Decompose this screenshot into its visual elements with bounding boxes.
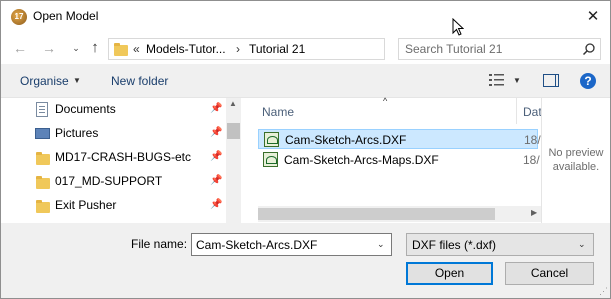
dxf-file-icon — [263, 152, 278, 167]
file-row[interactable]: Cam-Sketch-Arcs-Maps.DXF 18/ — [258, 150, 540, 170]
app-icon: 17 — [11, 9, 27, 25]
breadcrumb-models-tutor[interactable]: Models-Tutor... — [146, 42, 226, 56]
nav-pane-scrollbar[interactable]: ▲ — [226, 98, 241, 223]
preview-pane-icon[interactable] — [543, 74, 559, 87]
open-model-dialog: 17 Open Model ✕ ← → ⌄ ↑ « Models-Tutor..… — [0, 0, 611, 299]
column-header-date[interactable]: Dat — [523, 105, 542, 119]
sort-ascending-caret-icon: ^ — [383, 96, 388, 106]
file-name-chevron-down-icon[interactable]: ⌄ — [377, 239, 385, 250]
back-arrow-icon[interactable]: ← — [12, 38, 28, 58]
pin-icon[interactable]: 📌 — [210, 175, 222, 186]
breadcrumb-overflow[interactable]: « — [133, 42, 140, 56]
help-icon[interactable]: ? — [580, 73, 596, 89]
scroll-right-arrow-icon[interactable]: ▶ — [531, 208, 537, 217]
new-folder-button[interactable]: New folder — [111, 74, 168, 88]
recent-locations-chevron-icon[interactable]: ⌄ — [68, 38, 84, 58]
scrollbar-thumb[interactable] — [258, 208, 495, 220]
preview-pane: No preview available. — [541, 98, 610, 223]
address-bar[interactable]: « Models-Tutor... › Tutorial 21 ⌄ ↻ — [108, 38, 483, 60]
file-row[interactable]: Cam-Sketch-Arcs.DXF 18/ — [258, 129, 541, 149]
file-date: 18/ — [523, 153, 540, 167]
address-row: ← → ⌄ ↑ « Models-Tutor... › Tutorial 21 … — [1, 32, 610, 64]
organise-chevron-down-icon[interactable]: ▼ — [73, 76, 81, 85]
forward-arrow-icon[interactable]: → — [41, 38, 57, 58]
title-bar: 17 Open Model ✕ — [1, 1, 610, 32]
file-date: 18/ — [524, 133, 541, 147]
file-list-pane: ^ Name Dat Cam-Sketch-Arcs.DXF 18/ Cam-S… — [242, 96, 542, 223]
search-icon[interactable] — [582, 42, 596, 56]
up-arrow-icon[interactable]: ↑ — [87, 38, 103, 58]
breadcrumb-separator[interactable]: › — [236, 42, 240, 56]
folder-icon — [36, 152, 50, 165]
nav-item-label: Exit Pusher — [55, 198, 117, 212]
folder-icon — [114, 43, 128, 56]
cancel-button[interactable]: Cancel — [505, 262, 594, 285]
file-type-value: DXF files (*.dxf) — [412, 238, 497, 252]
file-type-chevron-down-icon[interactable]: ⌄ — [578, 239, 586, 250]
file-list-horizontal-scrollbar[interactable]: ▶ — [258, 206, 541, 222]
mouse-cursor-icon — [452, 18, 464, 36]
preview-line-1: No preview — [548, 147, 604, 159]
pictures-icon — [35, 128, 50, 139]
scroll-up-arrow-icon[interactable]: ▲ — [229, 99, 237, 108]
nav-item-md17-crash-bugs[interactable]: MD17-CRASH-BUGS-etc 📌 — [1, 146, 226, 170]
dxf-file-icon — [264, 132, 279, 147]
preview-line-2: available. — [552, 161, 600, 173]
file-name-label: File name: — [131, 237, 188, 251]
nav-item-label: Documents — [55, 102, 116, 116]
pin-icon[interactable]: 📌 — [210, 127, 222, 138]
resize-grip-icon[interactable]: ⋰ — [599, 286, 608, 297]
breadcrumb-tutorial-21[interactable]: Tutorial 21 — [249, 42, 305, 56]
file-name-combobox[interactable]: ⌄ — [191, 233, 392, 256]
nav-item-label: MD17-CRASH-BUGS-etc — [55, 150, 192, 164]
nav-item-pictures[interactable]: Pictures 📌 — [1, 122, 226, 146]
nav-item-exit-pusher[interactable]: Exit Pusher 📌 — [1, 194, 226, 218]
nav-item-label: Pictures — [55, 126, 99, 140]
file-name: Cam-Sketch-Arcs.DXF — [285, 133, 407, 147]
nav-item-017-md-support[interactable]: 017_MD-SUPPORT 📌 — [1, 170, 226, 194]
file-name-field[interactable] — [196, 238, 366, 252]
view-chevron-down-icon[interactable]: ▼ — [513, 76, 521, 85]
nav-item-label: 017_MD-SUPPORT — [55, 174, 163, 188]
file-type-select[interactable]: DXF files (*.dxf) ⌄ — [406, 233, 594, 256]
open-button[interactable]: Open — [406, 262, 493, 285]
command-toolbar: Organise ▼ New folder ▼ ? — [1, 64, 610, 98]
preview-message: No preview available. — [542, 146, 610, 174]
pin-icon[interactable]: 📌 — [210, 151, 222, 162]
organise-button[interactable]: Organise — [20, 74, 69, 88]
document-icon — [36, 102, 48, 117]
browser-body: Documents 📌 Pictures 📌 MD17-CRASH-BUGS-e… — [1, 96, 610, 223]
folder-icon — [36, 200, 50, 213]
navigation-pane: Documents 📌 Pictures 📌 MD17-CRASH-BUGS-e… — [1, 98, 241, 223]
close-icon[interactable]: ✕ — [583, 7, 603, 27]
search-box[interactable] — [398, 38, 601, 60]
nav-item-documents[interactable]: Documents 📌 — [1, 98, 226, 122]
pin-icon[interactable]: 📌 — [210, 199, 222, 210]
scrollbar-thumb[interactable] — [227, 123, 240, 139]
view-details-icon[interactable] — [489, 73, 505, 87]
column-header-name[interactable]: Name — [262, 105, 294, 119]
folder-icon — [36, 176, 50, 189]
window-title: Open Model — [33, 9, 99, 23]
file-name: Cam-Sketch-Arcs-Maps.DXF — [284, 153, 439, 167]
search-input[interactable] — [405, 42, 575, 56]
dialog-footer: File name: ⌄ DXF files (*.dxf) ⌄ Open Ca… — [1, 223, 610, 298]
column-divider[interactable] — [516, 98, 517, 124]
pin-icon[interactable]: 📌 — [210, 103, 222, 114]
